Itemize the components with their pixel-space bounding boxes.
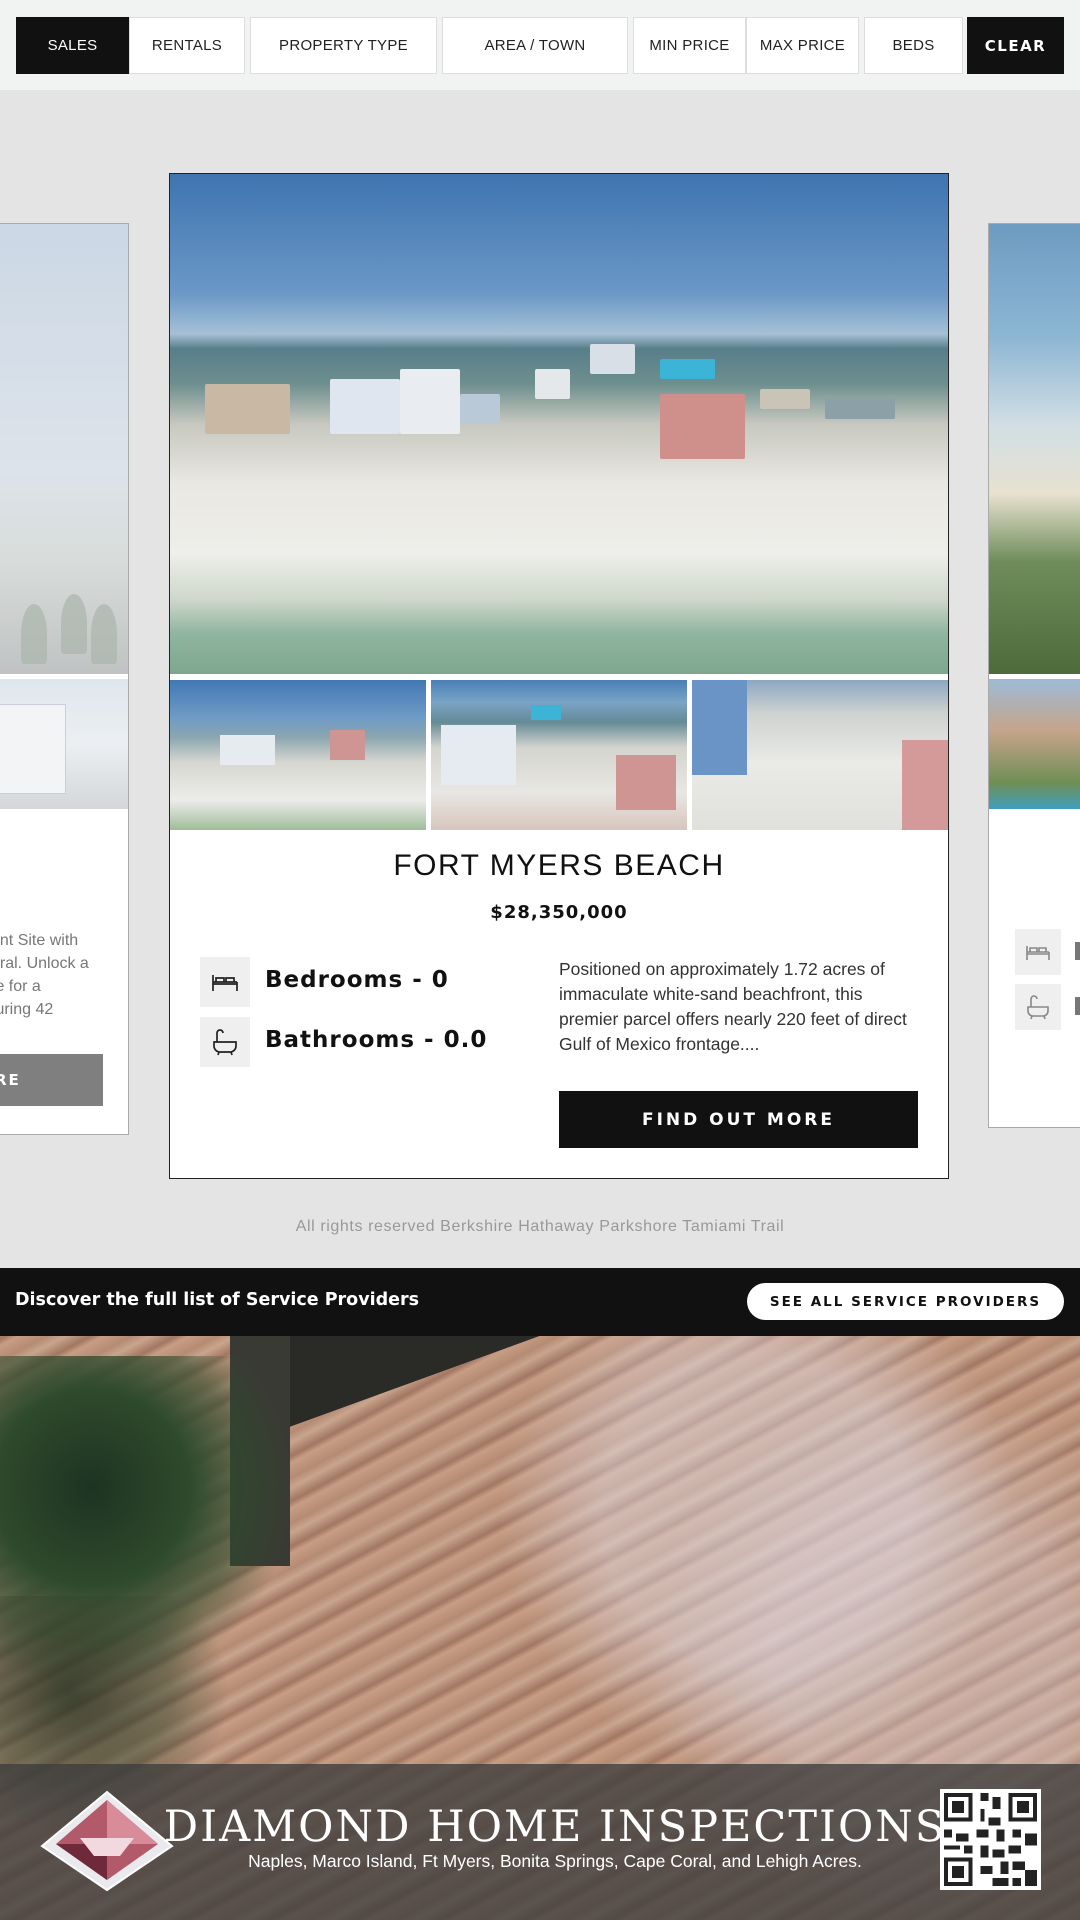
listing-hero-photo[interactable] xyxy=(170,174,948,674)
listing-description: Positioned on approximately 1.72 acres o… xyxy=(559,959,907,1054)
max-price-dropdown[interactable]: MAX PRICE xyxy=(746,17,859,74)
bathtub-icon xyxy=(1015,984,1061,1030)
bedrooms-label-fragment xyxy=(1075,942,1080,960)
building-render xyxy=(0,704,66,794)
sales-filter-button[interactable]: SALES xyxy=(16,17,129,74)
see-all-service-providers-button[interactable]: SEE ALL SERVICE PROVIDERS xyxy=(747,1283,1064,1320)
service-providers-bar: Discover the full list of Service Provid… xyxy=(0,1268,1080,1336)
rentals-filter-button[interactable]: RENTALS xyxy=(129,17,245,74)
description-line: ent Site with xyxy=(0,932,79,949)
beds-dropdown[interactable]: BEDS xyxy=(864,17,963,74)
previous-find-out-more-button[interactable]: RE xyxy=(0,1054,103,1106)
ad-subtitle: Naples, Marco Island, Ft Myers, Bonita S… xyxy=(248,1851,862,1871)
description-line: turing 42 xyxy=(0,1001,54,1018)
next-listing-photo xyxy=(989,224,1080,674)
bathtub-icon xyxy=(200,1017,250,1067)
bathrooms-label-fragment xyxy=(1075,997,1080,1015)
tree-decoration xyxy=(61,594,87,654)
listing-card[interactable]: FORT MYERS BEACH $28,350,000 Bedrooms - … xyxy=(169,173,949,1179)
bathrooms-count: Bathrooms - 0.0 xyxy=(265,1027,488,1053)
description-line: oral. Unlock a xyxy=(0,955,89,972)
qr-code-icon[interactable] xyxy=(940,1789,1041,1890)
next-listing-thumb xyxy=(989,679,1080,809)
property-type-dropdown[interactable]: PROPERTY TYPE xyxy=(250,17,437,74)
min-price-dropdown[interactable]: MIN PRICE xyxy=(633,17,746,74)
service-providers-text: Discover the full list of Service Provid… xyxy=(15,1290,420,1310)
bed-icon xyxy=(200,957,250,1007)
tree-decoration xyxy=(21,604,47,664)
previous-listing-card[interactable]: ent Site with oral. Unlock a te for a tu… xyxy=(0,223,129,1135)
tree-decoration xyxy=(91,604,117,664)
ad-title: DIAMOND HOME INSPECTIONS xyxy=(163,1802,947,1852)
listing-thumbnail-1[interactable] xyxy=(170,680,426,830)
description-line: te for a xyxy=(0,978,41,995)
listing-thumbnail-3[interactable] xyxy=(692,680,948,830)
find-out-more-button[interactable]: FIND OUT MORE xyxy=(559,1091,918,1148)
listing-title: FORT MYERS BEACH xyxy=(393,849,725,882)
bedrooms-count: Bedrooms - 0 xyxy=(265,967,449,993)
area-town-dropdown[interactable]: AREA / TOWN xyxy=(442,17,628,74)
bed-icon xyxy=(1015,929,1061,975)
listing-thumbnail-2[interactable] xyxy=(431,680,687,830)
previous-listing-description: ent Site with oral. Unlock a te for a tu… xyxy=(0,929,121,1021)
filter-bar: SALES RENTALS PROPERTY TYPE AREA / TOWN … xyxy=(0,0,1080,90)
listing-price: $28,350,000 xyxy=(490,902,628,923)
copyright-text: All rights reserved Berkshire Hathaway P… xyxy=(295,1218,785,1235)
next-listing-card[interactable] xyxy=(988,223,1080,1128)
clear-filters-button[interactable]: CLEAR xyxy=(967,17,1064,74)
